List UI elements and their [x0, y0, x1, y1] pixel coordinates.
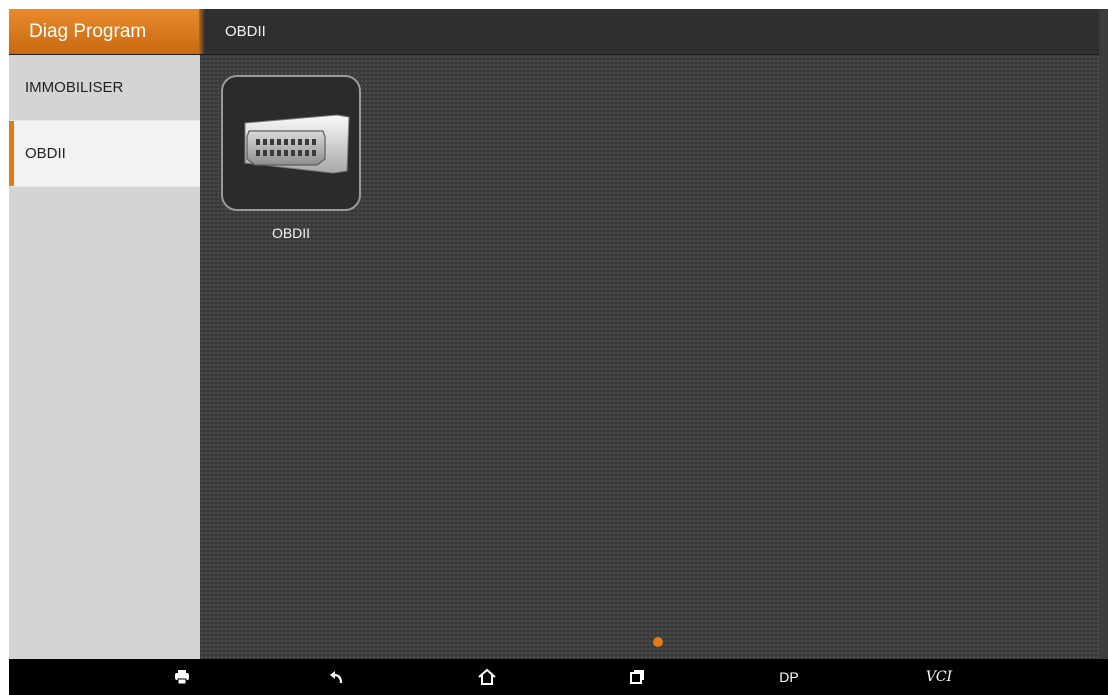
main-grid: OBDII	[200, 55, 1099, 659]
system-nav-bar: DP VCI	[9, 659, 1108, 695]
print-button[interactable]	[167, 659, 197, 695]
dp-button[interactable]: DP	[774, 659, 804, 695]
back-icon	[330, 670, 343, 683]
breadcrumb: OBDII	[225, 23, 266, 40]
sidebar-item-immobiliser[interactable]: IMMOBILISER	[9, 55, 200, 121]
back-button[interactable]	[322, 659, 352, 695]
tile-icon-frame[interactable]	[221, 75, 361, 211]
vci-button[interactable]: VCI	[923, 659, 955, 695]
recent-apps-button[interactable]	[622, 659, 652, 695]
obdii-tile[interactable]: OBDII	[219, 75, 363, 241]
app-screen: Diag Program OBDII IMMOBILISER OBDII OBD…	[9, 9, 1108, 695]
page-indicator-dot	[653, 637, 663, 647]
home-icon	[478, 668, 496, 685]
tile-label: OBDII	[271, 225, 311, 241]
sidebar-item-label: IMMOBILISER	[25, 79, 124, 96]
active-marker	[9, 55, 14, 120]
obd-connector-icon	[244, 114, 350, 174]
sidebar-item-obdii[interactable]: OBDII	[9, 121, 200, 187]
sidebar-item-label: OBDII	[25, 145, 66, 162]
active-marker	[9, 121, 14, 186]
title-accent	[199, 9, 205, 54]
title-bar: Diag Program OBDII	[9, 9, 1099, 55]
print-icon	[175, 669, 189, 685]
home-button[interactable]	[472, 659, 502, 695]
app-title[interactable]: Diag Program	[9, 9, 199, 54]
sidebar: IMMOBILISER OBDII	[9, 55, 200, 659]
recent-apps-icon	[630, 669, 644, 684]
